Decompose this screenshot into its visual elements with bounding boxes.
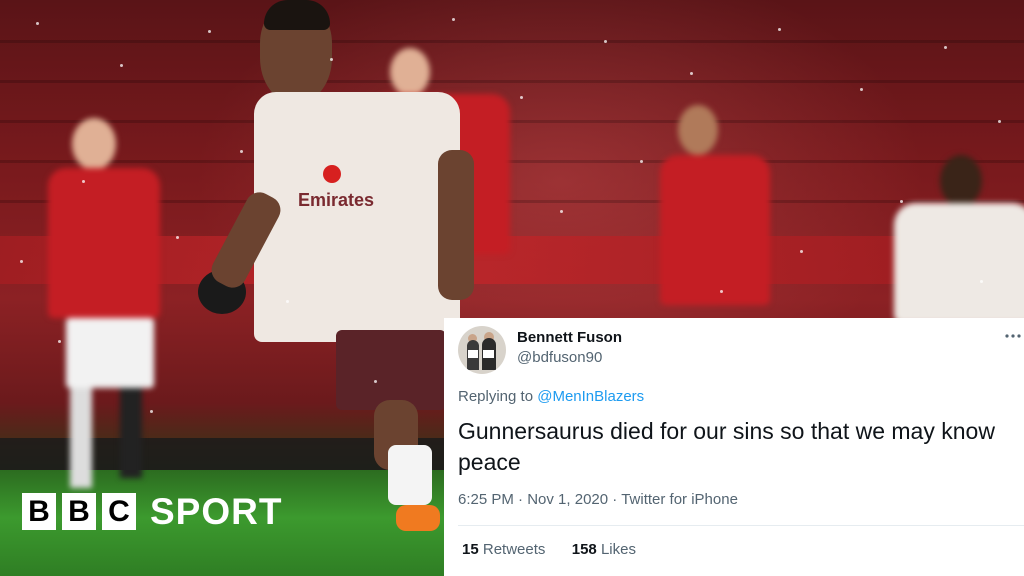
- tweet-time[interactable]: 6:25 PM: [458, 491, 514, 508]
- tweet-card: Bennett Fuson @bdfuson90 Replying to @Me…: [444, 318, 1024, 576]
- retweets-count: 15: [462, 541, 479, 558]
- logo-block-b2: B: [62, 493, 96, 530]
- separator-dot: ·: [612, 491, 622, 508]
- replying-prefix: Replying to: [458, 388, 534, 405]
- divider: [458, 525, 1024, 526]
- tweet-date[interactable]: Nov 1, 2020: [527, 491, 608, 508]
- tweet-source[interactable]: Twitter for iPhone: [621, 491, 738, 508]
- tweet-text: Gunnersaurus died for our sins so that w…: [458, 418, 995, 475]
- mention-link[interactable]: @MenInBlazers: [537, 388, 644, 405]
- avatar[interactable]: [458, 326, 506, 374]
- likes-label: Likes: [600, 541, 636, 558]
- likes-count: 158: [571, 541, 597, 558]
- retweets-stat[interactable]: 15 Retweets: [462, 541, 545, 558]
- tweet-meta: 6:25 PM · Nov 1, 2020 · Twitter for iPho…: [458, 491, 738, 508]
- user-handle[interactable]: @bdfuson90: [517, 349, 602, 366]
- logo-block-c: C: [102, 493, 136, 530]
- replying-to: Replying to @MenInBlazers: [458, 388, 644, 405]
- bbc-sport-logo: B B C SPORT: [22, 493, 282, 530]
- display-name[interactable]: Bennett Fuson: [517, 329, 622, 346]
- likes-stat[interactable]: 158 Likes: [572, 541, 636, 558]
- logo-sport-text: SPORT: [150, 491, 283, 532]
- logo-block-b1: B: [22, 493, 56, 530]
- retweets-label: Retweets: [482, 541, 546, 558]
- more-icon[interactable]: [1004, 326, 1022, 344]
- separator-dot: ·: [518, 491, 528, 508]
- tweet-stats: 15 Retweets 158 Likes: [462, 541, 636, 558]
